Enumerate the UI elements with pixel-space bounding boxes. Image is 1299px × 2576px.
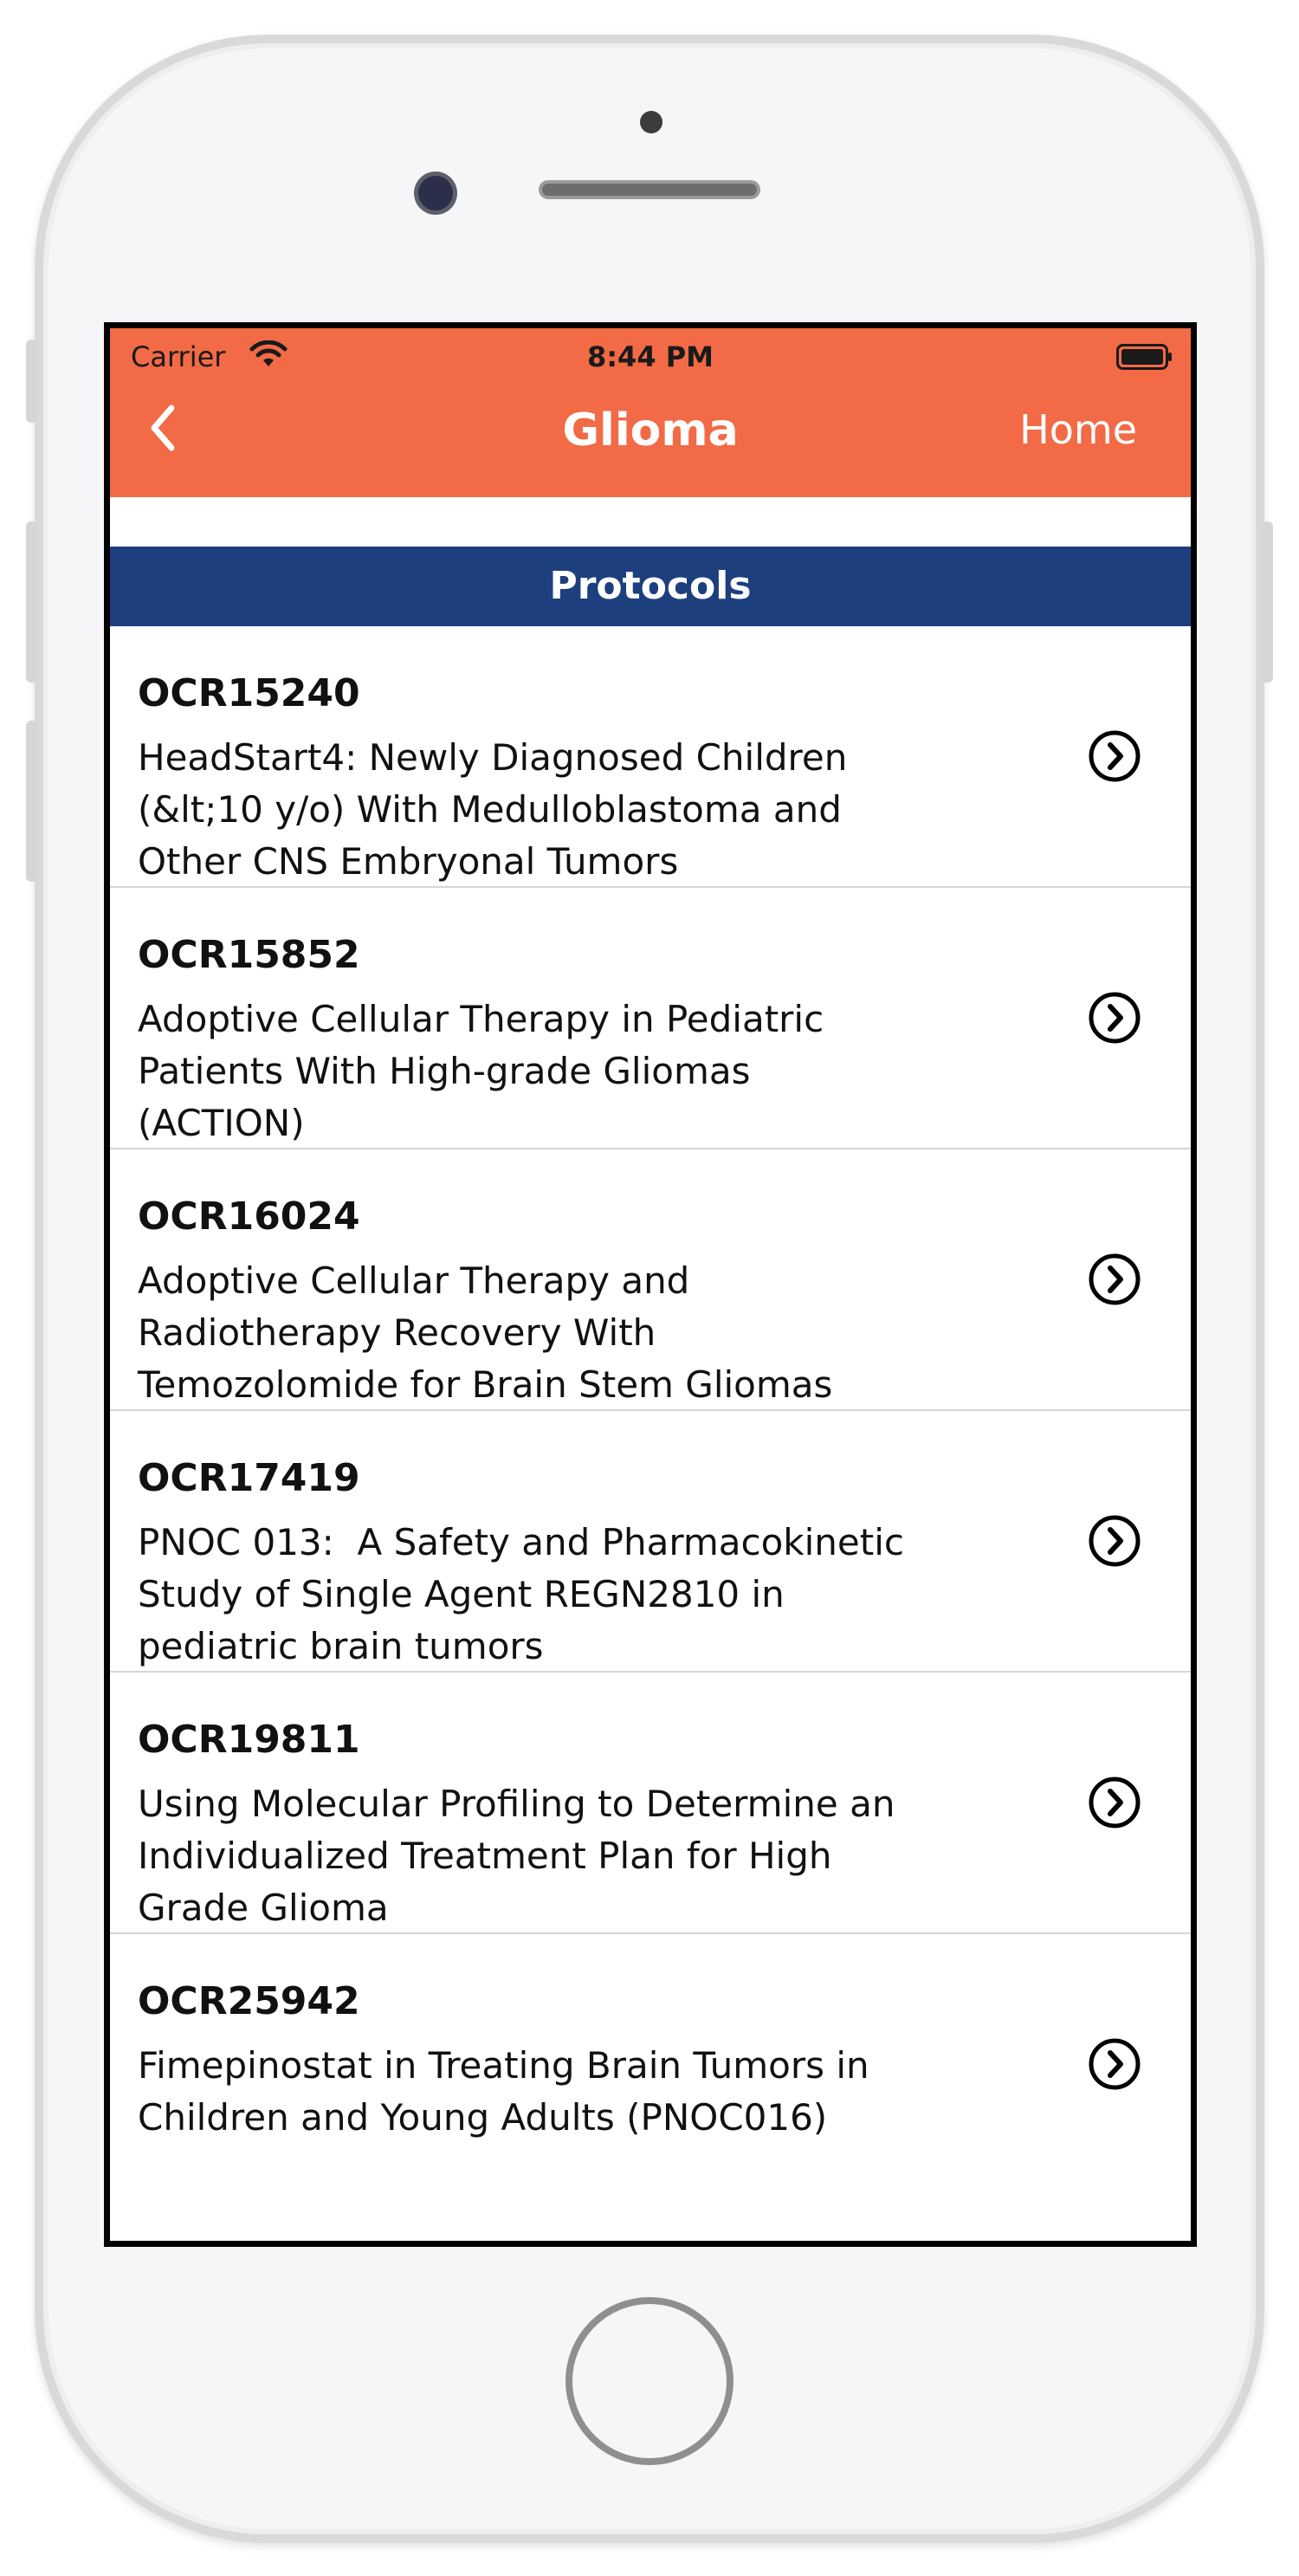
app-screen: Carrier 8:44 PM Glioma Home Protocols OC… <box>110 328 1191 2241</box>
earpiece-speaker <box>539 180 760 199</box>
navigation-bar: Glioma Home <box>110 380 1191 476</box>
protocol-title: Fimepinostat in Treating Brain Tumors in… <box>138 2044 869 2139</box>
battery-icon <box>1116 344 1172 370</box>
status-bar: Carrier 8:44 PM <box>110 328 1191 373</box>
protocol-id: OCR17419 <box>138 1456 360 1500</box>
proximity-sensor <box>640 111 662 133</box>
device-frame: Carrier 8:44 PM Glioma Home Protocols OC… <box>0 0 1299 2576</box>
protocol-row[interactable]: OCR15240 HeadStart4: Newly Diagnosed Chi… <box>110 626 1191 888</box>
volume-down-button <box>26 721 38 882</box>
chevron-right-circle-icon[interactable] <box>1087 728 1142 784</box>
protocol-id: OCR15240 <box>138 671 360 715</box>
power-button <box>1261 521 1273 683</box>
protocol-id: OCR25942 <box>138 1979 360 2023</box>
chevron-right-circle-icon[interactable] <box>1087 990 1142 1045</box>
protocol-id: OCR15852 <box>138 933 360 977</box>
protocol-list: OCR15240 HeadStart4: Newly Diagnosed Chi… <box>110 626 1191 2196</box>
protocol-id: OCR19811 <box>138 1718 360 1762</box>
screen: Carrier 8:44 PM Glioma Home Protocols OC… <box>104 322 1197 2247</box>
volume-up-button <box>26 521 38 683</box>
protocol-row[interactable]: OCR25942 Fimepinostat in Treating Brain … <box>110 1934 1191 2196</box>
chevron-right-circle-icon[interactable] <box>1087 1513 1142 1569</box>
mute-switch <box>26 340 38 423</box>
protocol-title: Using Molecular Profiling to Determine a… <box>138 1783 895 1929</box>
home-hardware-button[interactable] <box>565 2297 734 2465</box>
protocol-title: Adoptive Cellular Therapy in Pediatric P… <box>138 998 824 1144</box>
protocol-title: Adoptive Cellular Therapy and Radiothera… <box>138 1259 833 1406</box>
protocol-id: OCR16024 <box>138 1194 360 1239</box>
status-time: 8:44 PM <box>586 340 714 373</box>
protocol-row[interactable]: OCR17419 PNOC 013: A Safety and Pharmaco… <box>110 1411 1191 1673</box>
protocol-title: HeadStart4: Newly Diagnosed Children (&l… <box>138 736 848 883</box>
section-header: Protocols <box>110 547 1191 626</box>
front-camera <box>418 176 453 210</box>
home-button[interactable]: Home <box>1019 406 1137 453</box>
header: Carrier 8:44 PM Glioma Home <box>110 328 1191 497</box>
protocol-title: PNOC 013: A Safety and Pharmacokinetic S… <box>138 1521 904 1667</box>
protocol-row[interactable]: OCR16024 Adoptive Cellular Therapy and R… <box>110 1149 1191 1411</box>
chevron-right-circle-icon[interactable] <box>1087 1775 1142 1830</box>
chevron-right-circle-icon[interactable] <box>1087 1252 1142 1307</box>
protocol-row[interactable]: OCR15852 Adoptive Cellular Therapy in Pe… <box>110 888 1191 1149</box>
chevron-right-circle-icon[interactable] <box>1087 2036 1142 2092</box>
protocol-row[interactable]: OCR19811 Using Molecular Profiling to De… <box>110 1673 1191 1934</box>
